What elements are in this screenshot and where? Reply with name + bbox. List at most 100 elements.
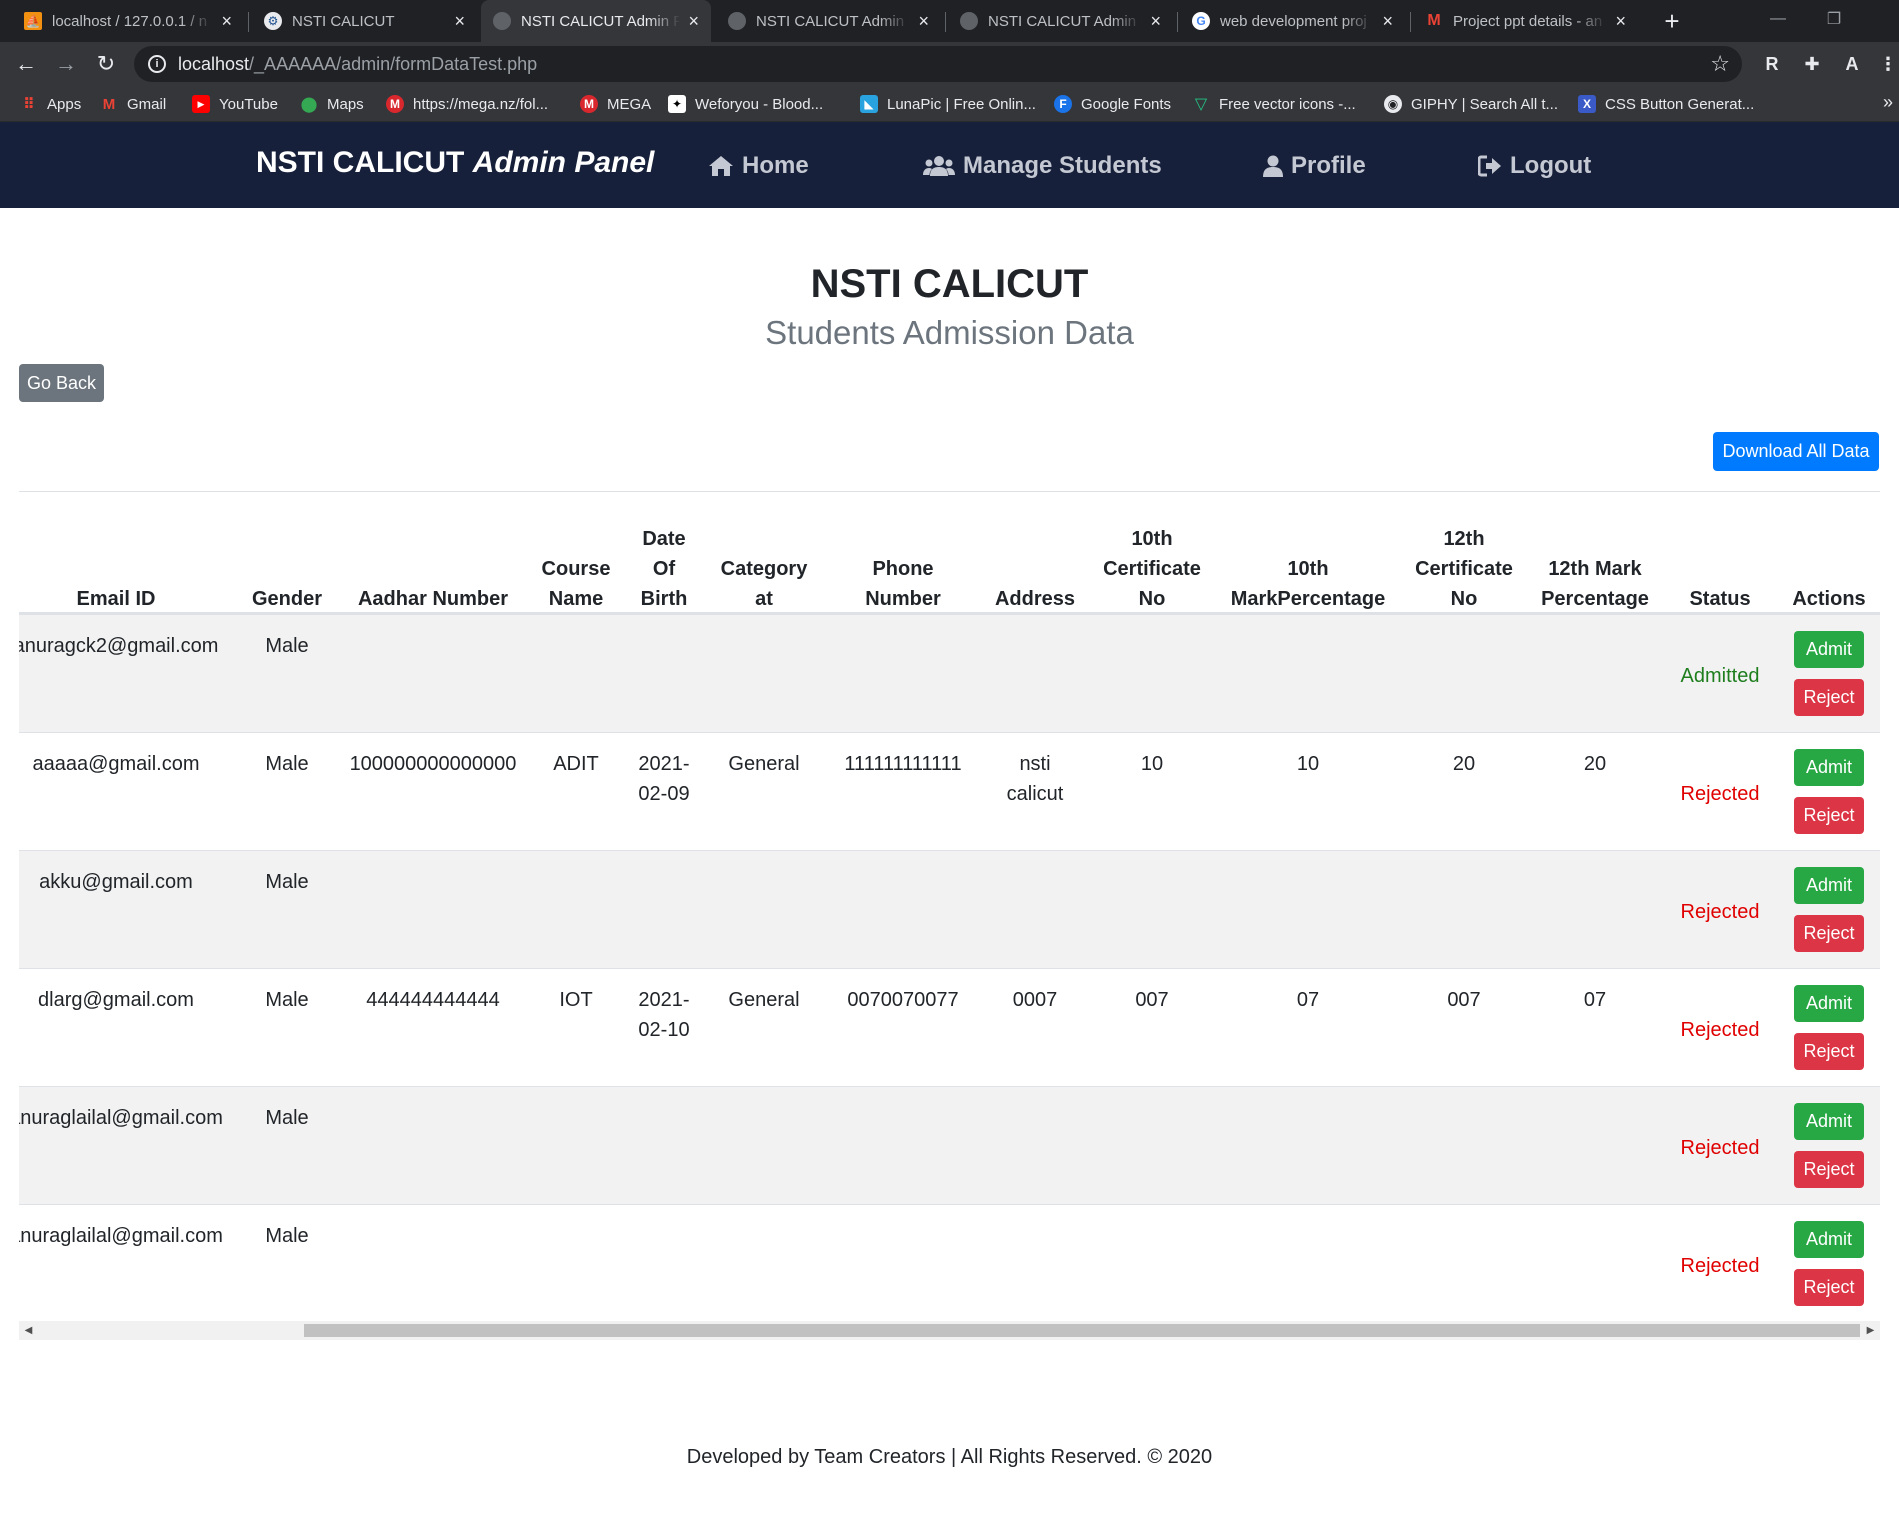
bookmark-giphy[interactable]: ◉ GIPHY | Search All t... <box>1384 86 1558 122</box>
brand-title[interactable]: NSTI CALICUT Admin Panel <box>256 146 654 180</box>
column-header: Phone Number <box>865 558 941 610</box>
scroll-left-icon[interactable]: ◀ <box>19 1321 38 1340</box>
restore-icon[interactable]: ❐ <box>1806 0 1862 38</box>
bookmark-lunapic[interactable]: ◣ LunaPic | Free Onlin... <box>860 86 1036 122</box>
cell-email: anuragck2@gmail.com <box>19 635 219 657</box>
bookmarks-overflow-icon[interactable]: » <box>1883 92 1893 113</box>
cell-gender: Male <box>265 1107 309 1129</box>
bookmark-gmail[interactable]: M Gmail <box>100 86 166 122</box>
cell-dob: 2021-02-09 <box>638 753 690 805</box>
admit-button[interactable]: Admit <box>1794 1103 1864 1140</box>
bookmark-google-fonts[interactable]: F Google Fonts <box>1054 86 1171 122</box>
scroll-right-icon[interactable]: ▶ <box>1861 1321 1880 1340</box>
new-tab-button[interactable]: + <box>1655 4 1689 38</box>
browser-tab[interactable]: ⛵ localhost / 127.0.0.1 / n × <box>12 0 244 42</box>
google-fonts-icon: F <box>1054 95 1072 113</box>
reject-button[interactable]: Reject <box>1794 1033 1864 1070</box>
column-header: 12th Mark Percentage <box>1541 558 1649 610</box>
globe-icon <box>493 12 511 30</box>
bookmark-apps[interactable]: ⠿ Apps <box>20 86 81 122</box>
close-icon[interactable]: × <box>688 11 699 32</box>
download-all-data-button[interactable]: Download All Data <box>1713 432 1879 471</box>
reload-icon[interactable]: ↻ <box>90 48 122 80</box>
nav-logout[interactable]: Logout <box>1478 152 1591 180</box>
scrollbar-thumb[interactable] <box>304 1324 1860 1337</box>
browser-tab[interactable]: M Project ppt details - an × <box>1413 0 1638 42</box>
minimize-icon[interactable]: — <box>1750 0 1806 38</box>
bookmark-star-icon[interactable]: ☆ <box>1710 51 1730 77</box>
nav-profile[interactable]: Profile <box>1263 152 1366 180</box>
close-icon[interactable]: × <box>454 11 465 32</box>
reject-button[interactable]: Reject <box>1794 915 1864 952</box>
chrome-menu-icon[interactable]: ⋮ <box>1876 52 1899 76</box>
bookmark-mega-folder[interactable]: M https://mega.nz/fol... <box>386 86 548 122</box>
cell-gender: Male <box>265 753 309 775</box>
admin-navbar: NSTI CALICUT Admin Panel Home Manage Stu… <box>0 122 1899 208</box>
admit-button[interactable]: Admit <box>1794 1221 1864 1258</box>
puzzle-extensions-icon[interactable]: ✚ <box>1800 52 1824 76</box>
browser-toolbar: ← → ↻ i localhost/_AAAAAA/admin/formData… <box>0 42 1899 86</box>
address-bar[interactable]: i localhost/_AAAAAA/admin/formDataTest.p… <box>134 46 1742 82</box>
table-row: anuraglailal@gmail.com Male Rejected Admit R… <box>19 1204 1880 1321</box>
table-row: akku@gmail.com Male Rejected Admit Reject <box>19 850 1880 968</box>
phpmyadmin-icon: ⛵ <box>24 12 42 30</box>
reject-button[interactable]: Reject <box>1794 1269 1864 1306</box>
column-header: Address <box>994 588 1076 610</box>
forward-arrow-icon[interactable]: → <box>50 48 82 80</box>
lunapic-icon: ◣ <box>860 95 878 113</box>
bookmark-maps[interactable]: ⬤ Maps <box>300 86 364 122</box>
maps-icon: ⬤ <box>300 96 318 113</box>
cell-category: General <box>728 753 800 775</box>
go-back-button[interactable]: Go Back <box>19 364 104 402</box>
browser-tab[interactable]: G web development proj × <box>1180 0 1405 42</box>
admit-button[interactable]: Admit <box>1794 631 1864 668</box>
cell-mark12: 20 <box>1583 753 1607 775</box>
table-row: anuraglailal@gmail.com Male Rejected Admit R… <box>19 1086 1880 1204</box>
page-subtitle: Students Admission Data <box>765 314 1134 351</box>
bookmark-mega[interactable]: M MEGA <box>580 86 651 122</box>
bookmark-css-button[interactable]: X CSS Button Generat... <box>1578 86 1754 122</box>
cell-gender: Male <box>265 989 309 1011</box>
reject-button[interactable]: Reject <box>1794 679 1864 716</box>
cell-mark10: 10 <box>1296 753 1320 775</box>
browser-tab-active[interactable]: NSTI CALICUT Admin P × <box>481 0 711 42</box>
close-icon[interactable]: × <box>1615 11 1626 32</box>
bookmark-youtube[interactable]: ▶ YouTube <box>192 86 278 122</box>
globe-icon <box>960 12 978 30</box>
horizontal-scrollbar[interactable]: ◀ ▶ <box>19 1321 1880 1340</box>
cell-email: akku@gmail.com <box>39 871 193 893</box>
site-info-icon[interactable]: i <box>148 55 166 73</box>
admit-button[interactable]: Admit <box>1794 749 1864 786</box>
table-top-border <box>19 491 1880 492</box>
column-header: Course Name <box>541 558 611 610</box>
status-text: Rejected <box>1680 1137 1760 1159</box>
bookmark-weforyou[interactable]: ✦ Weforyou - Blood... <box>668 86 823 122</box>
mega-icon: M <box>386 95 404 113</box>
gmail-icon: M <box>102 95 116 113</box>
close-icon[interactable]: × <box>1382 11 1393 32</box>
admit-button[interactable]: Admit <box>1794 985 1864 1022</box>
extension-icon[interactable]: R <box>1760 52 1784 76</box>
close-icon[interactable]: × <box>918 11 929 32</box>
cell-email: anuraglailal@gmail.com <box>19 1225 223 1247</box>
table-row: aaaaa@gmail.com Male 100000000000000 ADIT 20… <box>19 732 1880 850</box>
cell-cert10: 10 <box>1140 753 1164 775</box>
close-icon[interactable]: × <box>221 11 232 32</box>
close-icon[interactable]: × <box>1150 11 1161 32</box>
table-row: dlarg@gmail.com Male 444444444444 IOT 2021-0… <box>19 968 1880 1086</box>
profile-avatar-icon[interactable]: A <box>1840 52 1864 76</box>
nav-home[interactable]: Home <box>708 152 809 180</box>
user-icon <box>1263 155 1283 177</box>
browser-tab[interactable]: ⚙ NSTI CALICUT × <box>252 0 477 42</box>
back-arrow-icon[interactable]: ← <box>10 48 42 80</box>
reject-button[interactable]: Reject <box>1794 1151 1864 1188</box>
browser-tab[interactable]: NSTI CALICUT Admin L × <box>948 0 1173 42</box>
cell-address: nsti calicut <box>1006 753 1064 805</box>
reject-button[interactable]: Reject <box>1794 797 1864 834</box>
admit-button[interactable]: Admit <box>1794 867 1864 904</box>
nav-manage-students[interactable]: Manage Students <box>923 152 1162 180</box>
users-icon <box>923 156 955 176</box>
status-text: Rejected <box>1680 901 1760 923</box>
browser-tab[interactable]: NSTI CALICUT Admin P × <box>716 0 941 42</box>
bookmark-free-vector-icons[interactable]: ▽ Free vector icons -... <box>1192 86 1356 122</box>
